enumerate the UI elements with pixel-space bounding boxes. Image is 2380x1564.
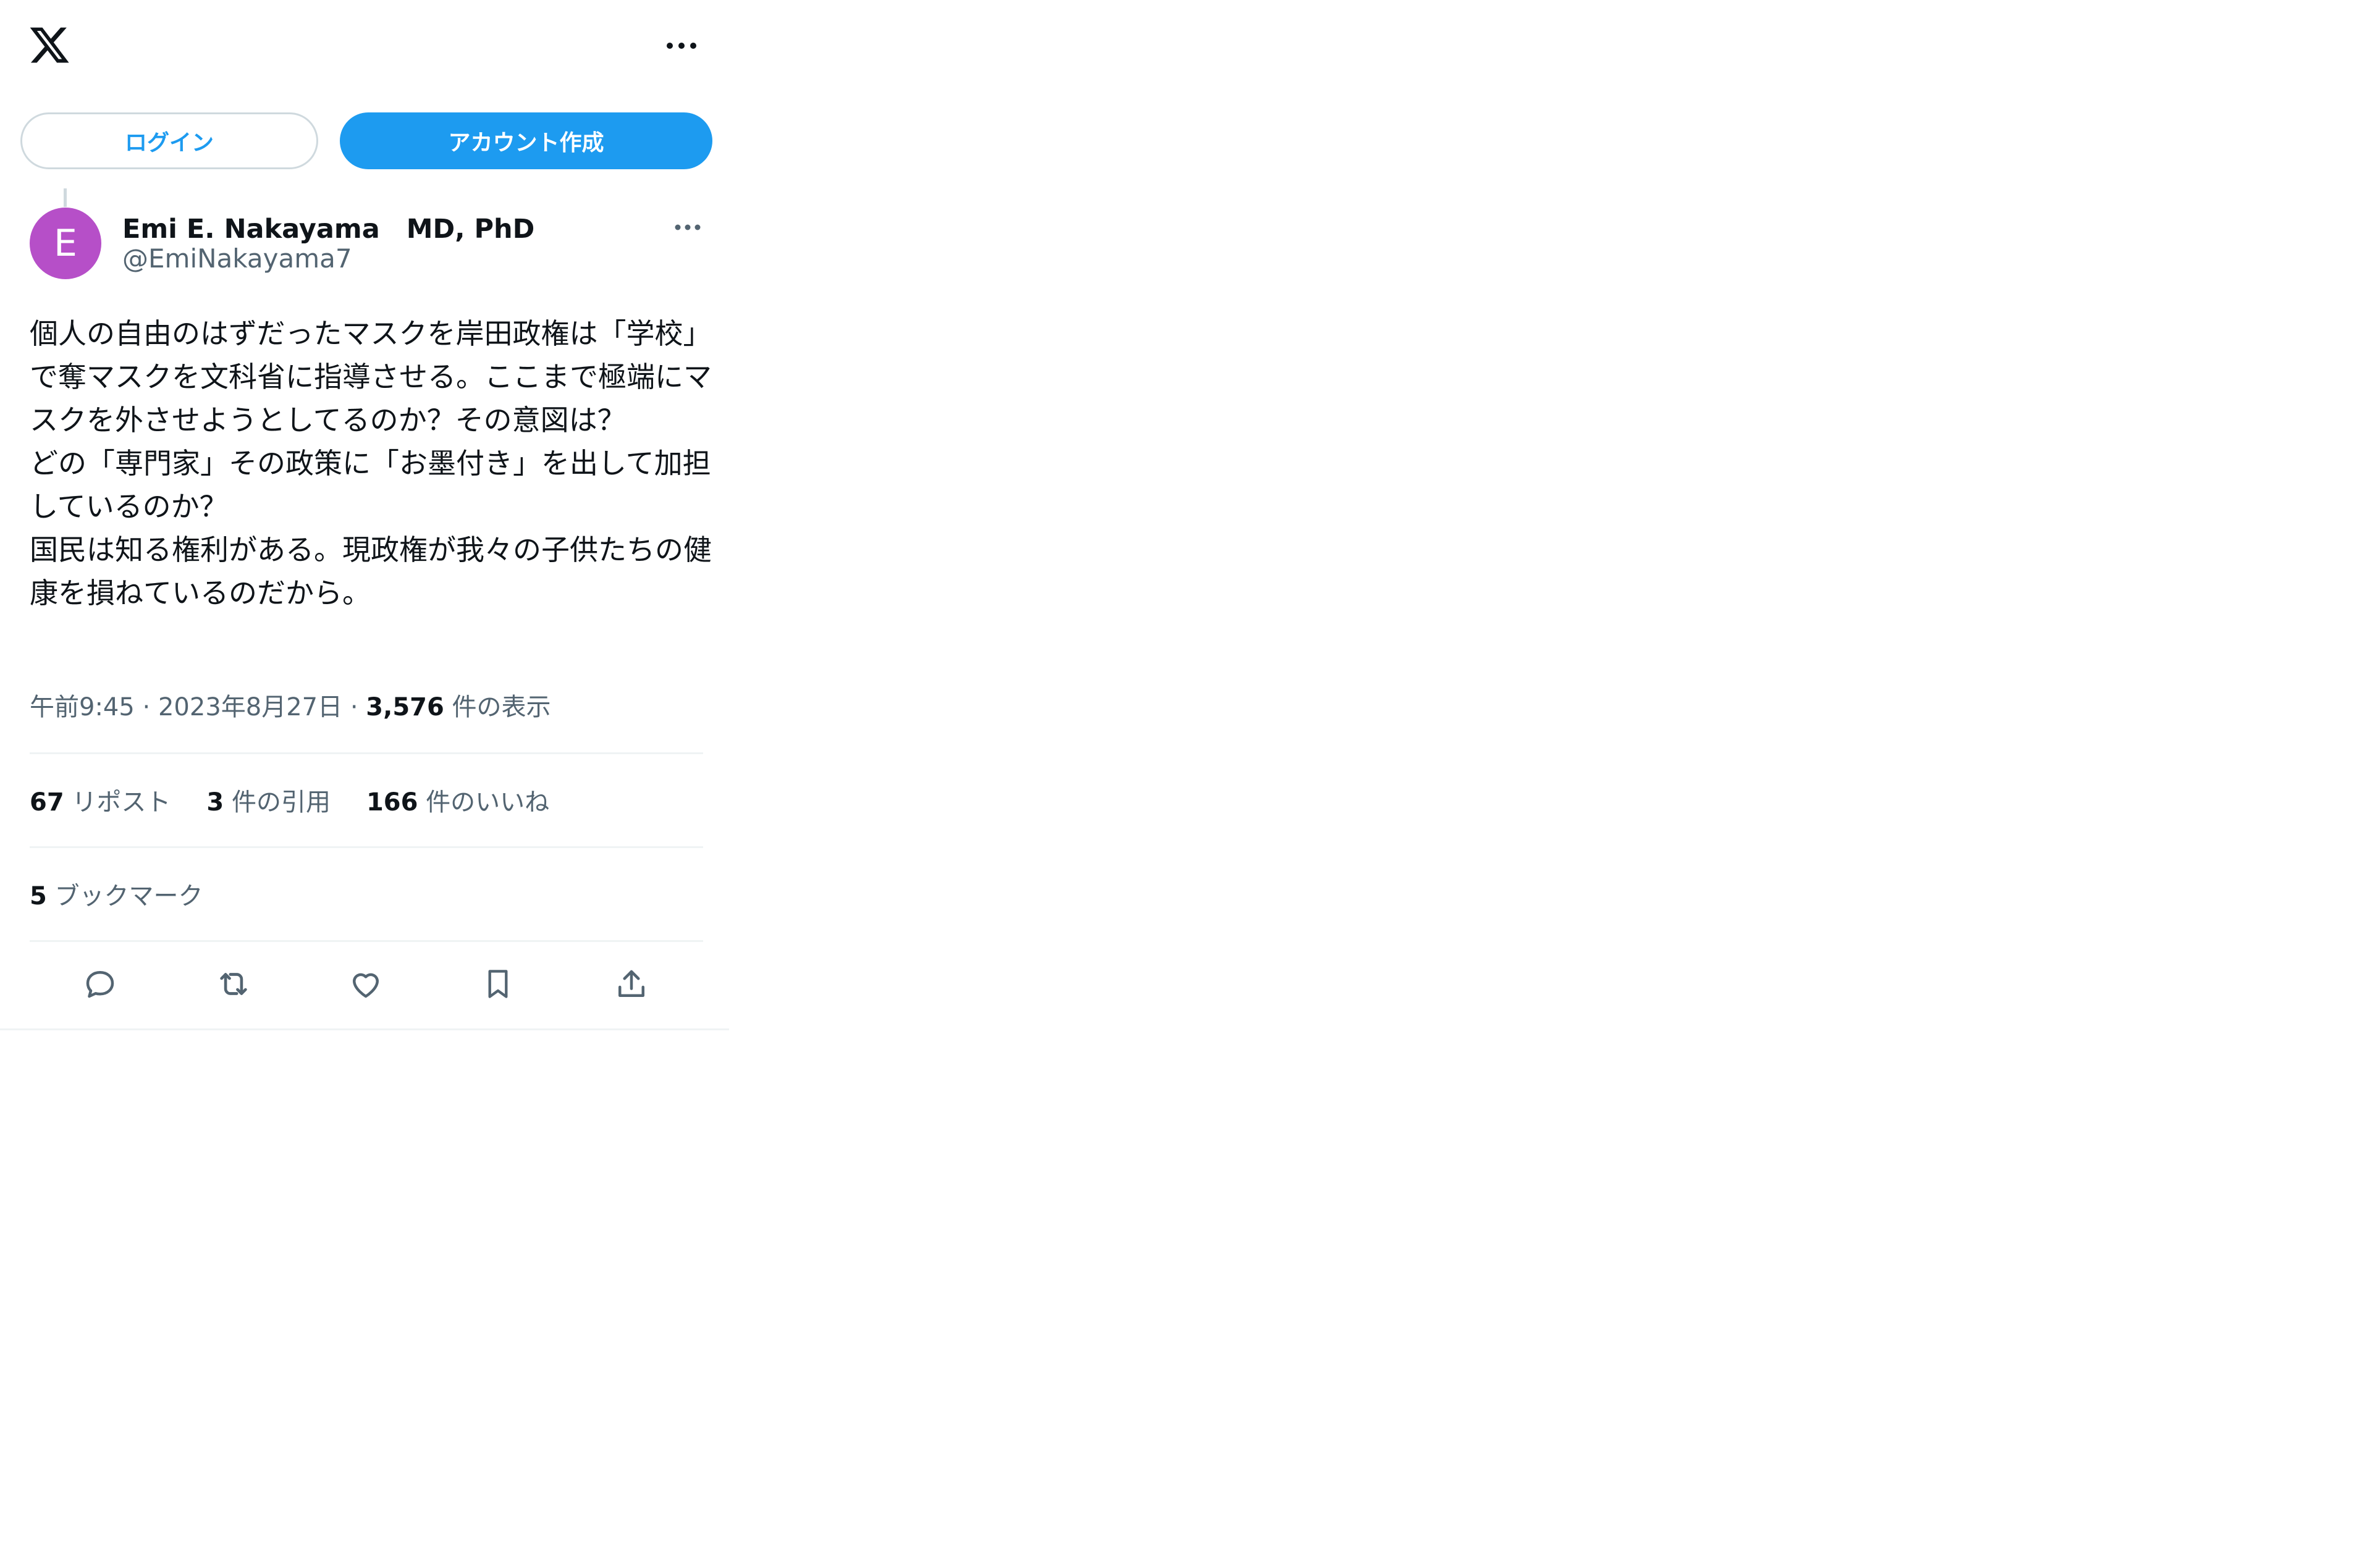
divider [30, 752, 703, 754]
create-account-button[interactable]: アカウント作成 [340, 112, 712, 169]
likes-stat[interactable]: 166 件のいいね [366, 782, 549, 818]
quotes-stat[interactable]: 3 件の引用 [206, 782, 331, 818]
post-more-icon[interactable] [666, 216, 709, 238]
post-time[interactable]: 午前9:45 [30, 693, 135, 721]
bookmarks-label: ブックマーク [54, 882, 203, 910]
views-count: 3,576 [366, 693, 444, 721]
post-column: ログイン アカウント作成 E Emi E. Nakayama MD, PhD @… [0, 0, 729, 1030]
likes-count: 166 [366, 788, 418, 817]
likes-label: 件のいいね [426, 788, 550, 817]
user-handle[interactable]: @EmiNakayama7 [122, 243, 352, 274]
bookmarks-stat[interactable]: 5 ブックマーク [30, 876, 203, 912]
like-icon[interactable] [338, 956, 394, 1012]
reply-icon[interactable] [72, 956, 128, 1012]
reposts-stat[interactable]: 67 リポスト [30, 782, 171, 818]
x-logo-icon[interactable] [28, 23, 71, 67]
post-metadata: 午前9:45 · 2023年8月27日 · 3,576 件の表示 [30, 687, 551, 723]
divider [30, 940, 703, 942]
divider [30, 846, 703, 848]
action-bar [0, 956, 729, 1012]
engagement-stats: 67 リポスト 3 件の引用 166 件のいいね [30, 782, 549, 818]
display-name[interactable]: Emi E. Nakayama MD, PhD [122, 208, 534, 246]
more-horizontal-icon[interactable] [660, 35, 703, 57]
reposts-count: 67 [30, 788, 64, 817]
repost-icon[interactable] [206, 956, 261, 1012]
reposts-label: リポスト [72, 788, 171, 817]
separator-dot: · [142, 693, 151, 721]
post-text: 個人の自由のはずだったマスクを岸田政権は「学校」で奪マスクを文科省に指導させる。… [30, 317, 712, 610]
top-bar [0, 0, 729, 96]
quotes-label: 件の引用 [231, 788, 331, 817]
post-date[interactable]: 2023年8月27日 [158, 693, 342, 721]
bookmarks-count: 5 [30, 882, 47, 910]
avatar[interactable]: E [30, 208, 101, 279]
share-icon[interactable] [604, 956, 659, 1012]
separator-dot: · [350, 693, 358, 721]
login-button[interactable]: ログイン [20, 112, 318, 169]
thread-connector [64, 188, 67, 207]
views-label: 件の表示 [452, 693, 551, 721]
quotes-count: 3 [206, 788, 224, 817]
bookmark-icon[interactable] [470, 956, 526, 1012]
